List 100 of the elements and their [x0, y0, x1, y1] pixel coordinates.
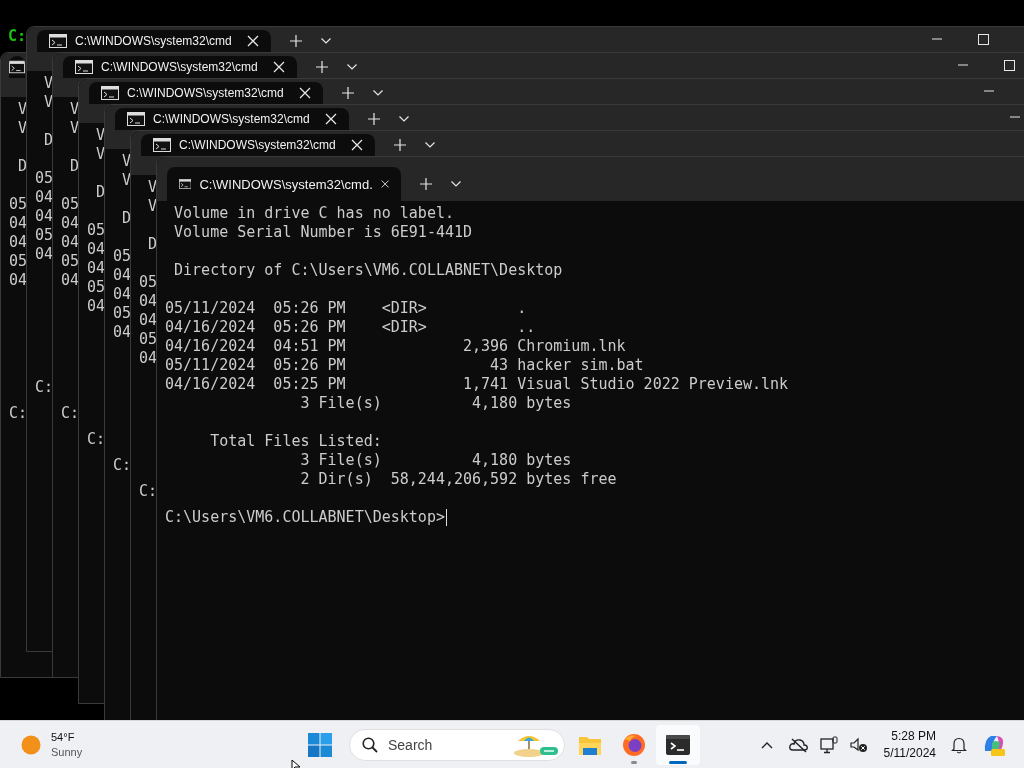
file-date: 05 — [61, 252, 80, 271]
plus-icon — [316, 61, 328, 73]
byte-count: 4,180 — [472, 451, 518, 470]
chevron-down-icon — [321, 38, 331, 44]
clock-button[interactable]: 5:28 PM 5/11/2024 — [873, 727, 944, 762]
search-box[interactable]: Search — [349, 728, 565, 761]
maximize-icon — [1003, 59, 1015, 71]
monitor-icon[interactable] — [819, 735, 838, 754]
weather-condition: Sunny — [51, 744, 83, 760]
chevron-down-icon — [373, 90, 383, 96]
volume-off-icon[interactable] — [849, 736, 868, 753]
command-prompt: C: — [113, 456, 132, 475]
console-text: V — [70, 119, 80, 138]
close-icon[interactable] — [273, 61, 285, 73]
console-text: V — [96, 145, 106, 164]
console-text: V — [148, 197, 158, 216]
taskbar-app-button[interactable] — [656, 724, 700, 765]
plus-icon — [342, 87, 354, 99]
chevron-down-icon — [347, 64, 357, 70]
file-date: 04 — [139, 292, 158, 311]
temperature-text: 54°F — [51, 729, 76, 745]
file-date: 05 — [87, 221, 106, 240]
item-count: 3 File(s) — [300, 394, 382, 413]
file-size: 43 — [490, 356, 509, 375]
terminal-icon — [101, 86, 119, 100]
command-prompt: C: — [139, 482, 158, 501]
console-text: D — [44, 131, 54, 150]
console-text: V — [18, 119, 28, 138]
console-text: Total Files Listed: — [210, 432, 382, 451]
close-icon[interactable] — [325, 113, 337, 125]
console-text: D — [96, 183, 106, 202]
plus-icon — [290, 35, 302, 47]
file-date: 04 — [139, 349, 158, 368]
terminal-icon — [666, 734, 690, 755]
close-icon[interactable] — [299, 87, 311, 99]
file-date: 04 — [35, 207, 54, 226]
unit-label: bytes free — [526, 470, 617, 489]
tab[interactable]: C:\WINDOWS\system32\cmd. — [167, 167, 401, 201]
chevron-down-icon — [451, 181, 461, 187]
chevron-down-icon — [399, 116, 409, 122]
console-text: D — [70, 157, 80, 176]
file-date: 04/16/2024 — [165, 318, 256, 337]
cloud-off-icon[interactable] — [788, 736, 809, 753]
file-date: 04 — [113, 285, 132, 304]
file-date: 05 — [87, 278, 106, 297]
chevron-up-icon[interactable] — [760, 740, 773, 749]
tab[interactable]: C:\WINDOWS\system32\cmd — [89, 82, 323, 104]
bell-icon[interactable] — [951, 735, 967, 754]
file-time: 05:26 PM — [273, 299, 346, 318]
file-date: 04 — [113, 266, 132, 285]
sun-icon — [21, 734, 41, 755]
command-prompt: C:\Users\VM6.COLLABNET\Desktop> — [165, 508, 445, 527]
file-date: 05 — [9, 195, 28, 214]
console-text: V — [44, 93, 54, 112]
close-icon[interactable] — [247, 35, 259, 47]
terminal-icon — [153, 138, 171, 152]
file-date: 05 — [139, 330, 158, 349]
unit-label: bytes — [526, 394, 572, 413]
tab[interactable]: C:\WINDOWS\system32\cmd — [115, 108, 349, 130]
tab-title: C:\WINDOWS\system32\cmd — [127, 86, 285, 100]
windows-logo-icon — [308, 732, 332, 757]
file-name: Chromium.lnk — [517, 337, 626, 356]
file-time: 05:26 PM — [273, 356, 346, 375]
tab[interactable]: C:\WINDOWS\system32\cmd — [37, 30, 271, 52]
close-icon[interactable] — [380, 178, 389, 190]
tab[interactable]: C:\WINDOWS\system32\cmd — [141, 134, 375, 156]
tab[interactable] — [9, 56, 25, 78]
minimize-icon — [958, 64, 968, 66]
file-name: .. — [517, 318, 536, 337]
plus-icon — [368, 113, 380, 125]
file-date: 04 — [61, 271, 80, 290]
file-date: 04 — [61, 214, 80, 233]
tab[interactable]: C:\WINDOWS\system32\cmd — [63, 56, 297, 78]
file-time: 05:26 PM — [273, 318, 346, 337]
console-text: V — [44, 74, 54, 93]
command-prompt: C: — [87, 430, 106, 449]
command-prompt: C: — [9, 404, 28, 423]
terminal-icon — [49, 34, 67, 48]
byte-count: 4,180 — [472, 394, 518, 413]
file-date: 05 — [9, 252, 28, 271]
item-count: 2 Dir(s) — [300, 470, 373, 489]
file-date: 05 — [61, 195, 80, 214]
command-prompt: C: — [35, 378, 54, 397]
console-text: Directory of C:\Users\VM6.COLLABNET\Desktop — [174, 261, 563, 280]
directory-marker: <DIR> — [381, 318, 427, 337]
tab-title: C:\WINDOWS\system32\cmd — [75, 34, 233, 48]
search-label: Search — [388, 736, 434, 753]
file-date: 04 — [35, 245, 54, 264]
file-date: 05/11/2024 — [165, 299, 256, 318]
file-time: 04:51 PM — [273, 337, 346, 356]
file-date: 05/11/2024 — [165, 356, 256, 375]
terminal-icon — [179, 177, 192, 191]
console-text: V — [18, 100, 28, 119]
command-prompt: C: — [61, 404, 80, 423]
chevron-down-icon — [425, 142, 435, 148]
console-text: V — [122, 152, 132, 171]
console-text: V — [70, 100, 80, 119]
tab-title: C:\WINDOWS\system32\cmd — [153, 112, 311, 126]
tab-title: C:\WINDOWS\system32\cmd — [101, 60, 259, 74]
close-icon[interactable] — [351, 139, 363, 151]
